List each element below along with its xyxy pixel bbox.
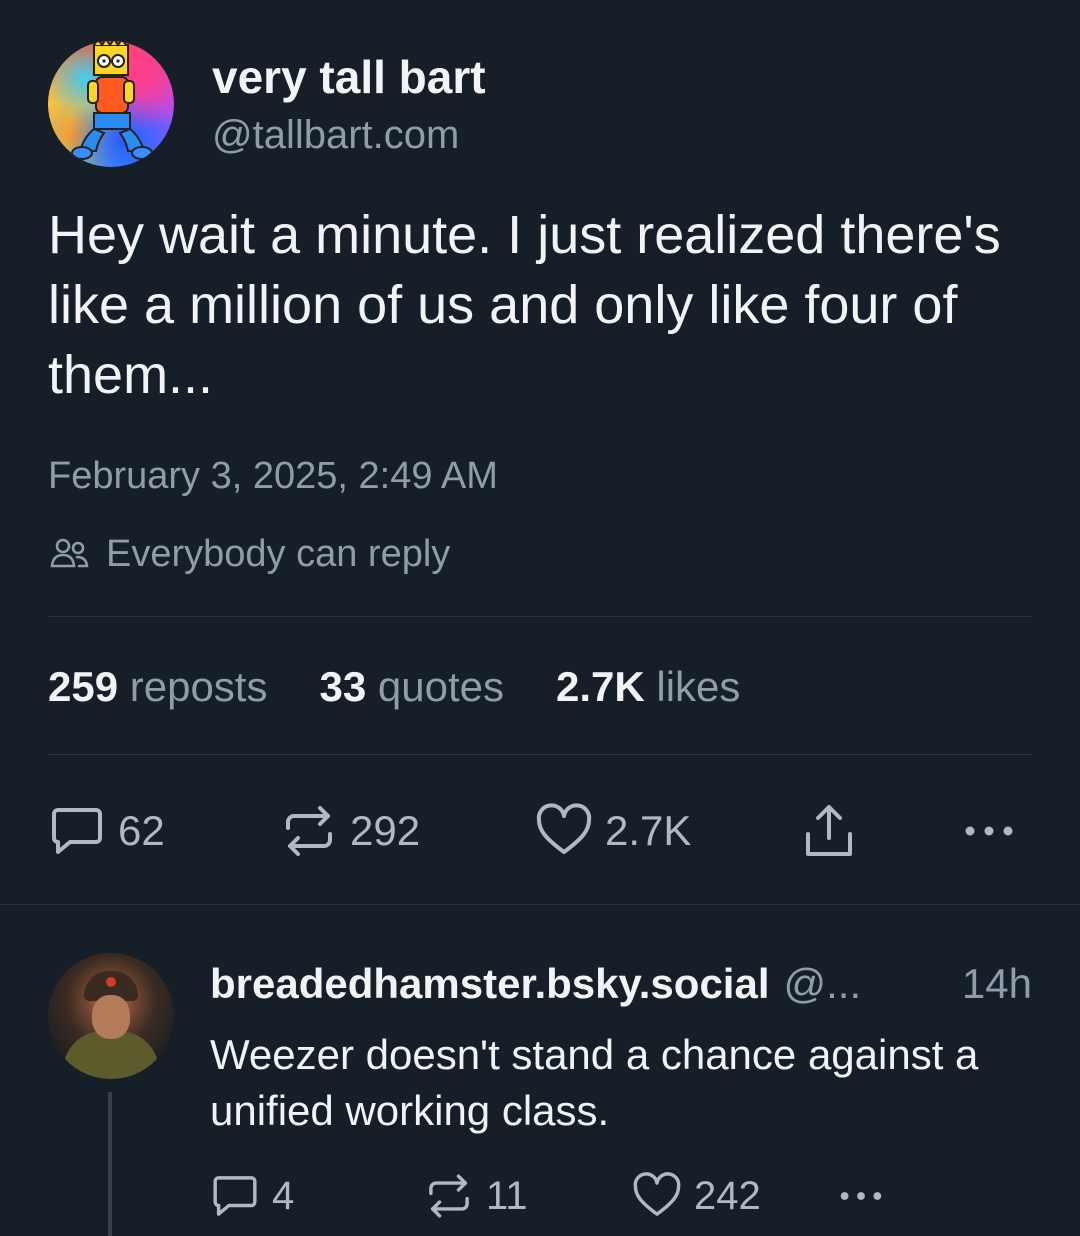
- reply-text: Weezer doesn't stand a chance against a …: [210, 1031, 979, 1134]
- people-icon: [50, 538, 89, 568]
- reply-action-bar: 4 11 242: [210, 1168, 910, 1224]
- reposts-stat[interactable]: 259 reposts: [48, 660, 267, 714]
- more-dots-icon: [840, 1192, 882, 1200]
- reply-repost-button[interactable]: 11: [424, 1168, 528, 1224]
- avatar-hat-badge: [106, 977, 116, 987]
- author-display-name[interactable]: very tall bart: [212, 47, 486, 107]
- divider: [48, 616, 1032, 617]
- reply-reply-button[interactable]: 4: [210, 1168, 294, 1224]
- author-info: very tall bart @tallbart.com: [212, 47, 486, 161]
- reply-author-handle[interactable]: @...: [784, 956, 862, 1012]
- comment-bubble-icon: [213, 1176, 257, 1216]
- reply-button[interactable]: 62: [48, 796, 165, 866]
- reply-time: 14h: [961, 960, 1032, 1007]
- post-header: very tall bart @tallbart.com: [48, 40, 486, 168]
- like-count: 2.7K: [605, 807, 692, 854]
- comment-bubble-icon: [52, 808, 102, 854]
- post-thread-view: very tall bart @tallbart.com Hey wait a …: [0, 0, 1080, 1236]
- repost-count: 292: [350, 807, 421, 854]
- share-upload-icon: [806, 805, 852, 856]
- reply-setting: Everybody can reply: [48, 532, 450, 576]
- reply-reply-count: 4: [272, 1173, 295, 1218]
- post-text: Hey wait a minute. I just realized there…: [48, 205, 1001, 405]
- reply-like-button[interactable]: 242: [632, 1168, 761, 1224]
- section-divider: [0, 904, 1080, 905]
- repost-button[interactable]: 292: [280, 796, 420, 866]
- repost-arrows-icon: [429, 1174, 469, 1218]
- reply-author-avatar[interactable]: [48, 953, 174, 1079]
- author-avatar[interactable]: [48, 41, 174, 167]
- likes-count: 2.7K: [555, 663, 645, 710]
- reply-setting-label: Everybody can reply: [106, 532, 451, 575]
- heart-icon: [633, 1172, 681, 1216]
- quotes-label: quotes: [377, 663, 504, 710]
- heart-icon: [536, 803, 592, 854]
- divider: [48, 754, 1032, 755]
- likes-label: likes: [656, 663, 741, 710]
- repost-arrows-icon: [286, 806, 332, 856]
- author-handle[interactable]: @tallbart.com: [212, 109, 486, 161]
- reply-header: breadedhamster.bsky.social @... 14h: [210, 956, 1032, 1012]
- reply-author-name[interactable]: breadedhamster.bsky.social: [210, 956, 770, 1012]
- reply-like-count: 242: [694, 1173, 761, 1218]
- reply-repost-count: 11: [486, 1173, 528, 1218]
- like-button[interactable]: 2.7K: [535, 796, 691, 866]
- more-options-button[interactable]: [960, 796, 1018, 866]
- quotes-count: 33: [319, 663, 367, 710]
- quotes-stat[interactable]: 33 quotes: [319, 660, 504, 714]
- reposts-label: reposts: [129, 663, 268, 710]
- thread-line: [108, 1092, 112, 1236]
- reply-more-options-button[interactable]: [836, 1168, 886, 1224]
- more-dots-icon: [965, 826, 1013, 836]
- reply-count: 62: [118, 807, 165, 854]
- share-button[interactable]: [800, 796, 858, 866]
- post-timestamp: February 3, 2025, 2:49 AM: [48, 455, 498, 497]
- post-action-bar: 62 292 2.7K: [48, 796, 1032, 866]
- reposts-count: 259: [48, 663, 119, 710]
- likes-stat[interactable]: 2.7K likes: [556, 660, 740, 714]
- avatar-face: [92, 995, 130, 1039]
- post-stats: 259 reposts 33 quotes 2.7K likes: [48, 660, 792, 714]
